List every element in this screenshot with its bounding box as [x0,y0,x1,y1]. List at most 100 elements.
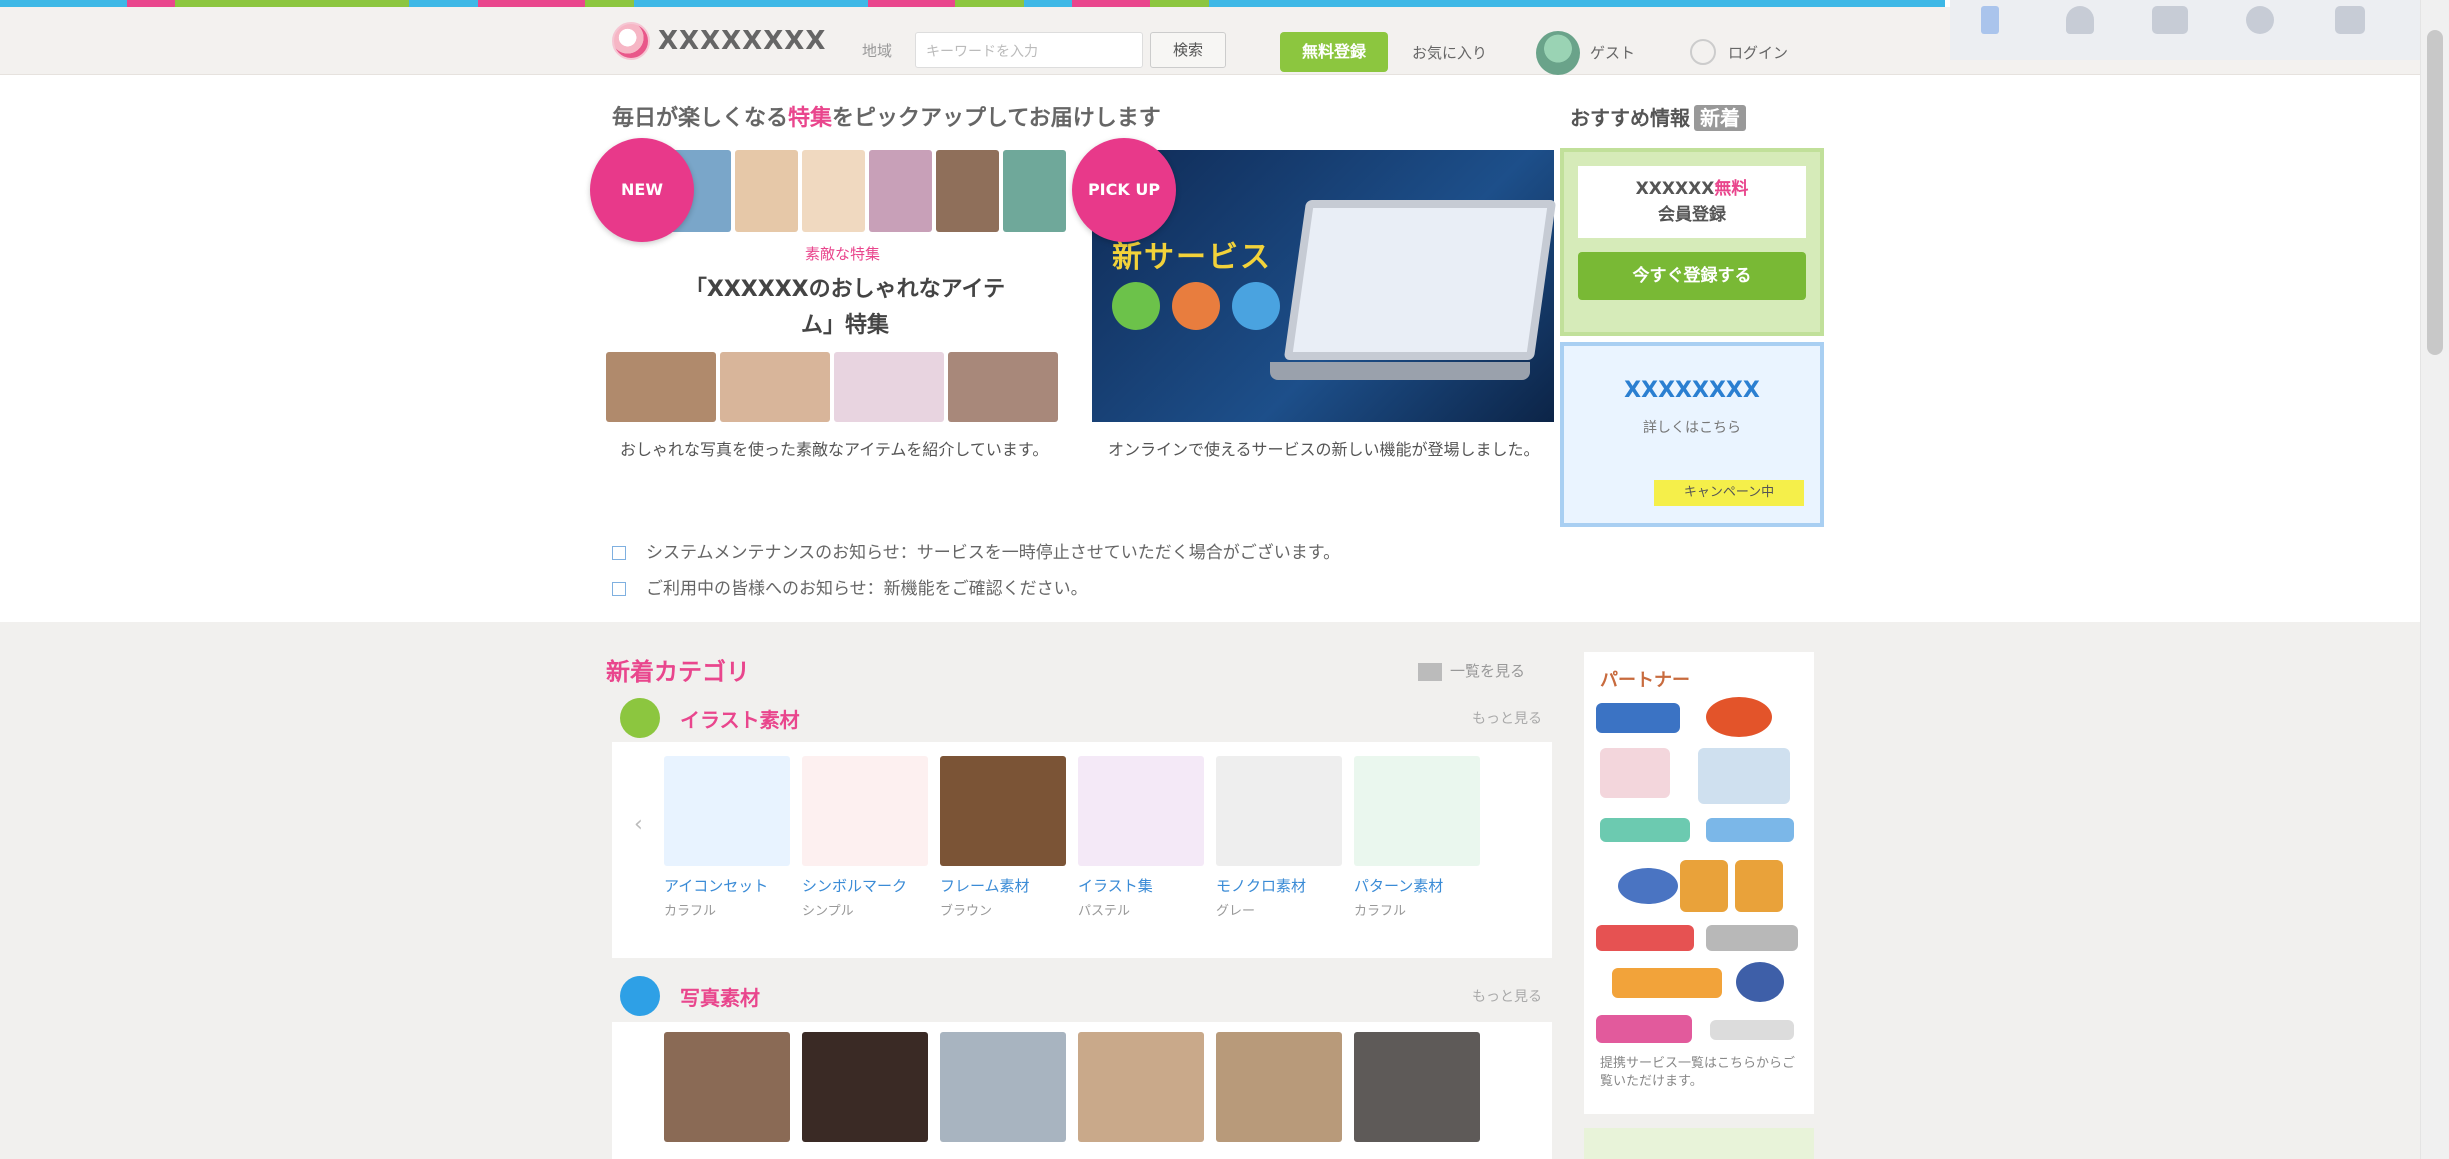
partner-logo[interactable] [1680,860,1728,912]
top-color-strip [0,0,1946,7]
partner-caption: 提携サービス一覧はこちらからご覧いただけます。 [1600,1056,1796,1089]
promo-line2: 会員登録 [1658,205,1726,225]
category-item[interactable] [802,1032,928,1142]
item-title[interactable]: イラスト集 [1078,876,1204,896]
item-thumbnail [940,1032,1066,1142]
user-icon[interactable] [2050,6,2110,56]
item-title[interactable]: アイコンセット [664,876,790,896]
item-thumbnail [664,756,790,866]
scrollbar-thumb[interactable] [2427,30,2443,355]
category-more-link[interactable]: もっと見る [1472,986,1542,1006]
strip-segment [1023,0,1073,7]
promo-register-button[interactable]: 今すぐ登録する [1578,252,1806,300]
category-item[interactable]: シンボルマーク シンプル [802,756,928,919]
history-icon[interactable] [2140,6,2200,56]
card1-new-badge: NEW [590,138,694,242]
item-thumbnail [802,756,928,866]
partner-logo[interactable] [1596,1015,1692,1043]
login-link[interactable]: ログイン [1728,42,1788,63]
item-subtitle: パステル [1078,904,1131,919]
strip-segment [584,0,634,7]
notice-item[interactable]: ご利用中の皆様へのお知らせ：新機能をご確認ください。 [612,574,1088,599]
partner-logo[interactable] [1596,703,1680,733]
card2-circles [1112,282,1280,330]
card2-pickup-badge: PICK UP [1072,138,1176,242]
card1-caption[interactable]: おしゃれな写真を使った素敵なアイテムを紹介しています。 [620,438,1060,462]
partner-logo[interactable] [1612,968,1722,998]
item-thumbnail [1078,1032,1204,1142]
partner-logo[interactable] [1736,962,1784,1002]
category-item[interactable] [1354,1032,1480,1142]
section-more-link[interactable]: 一覧を見る [1418,660,1525,681]
category-item[interactable] [940,1032,1066,1142]
laptop-base-icon [1270,362,1530,380]
strip-segment [175,0,410,7]
region-label[interactable]: 地域 [862,40,892,61]
item-title[interactable]: パターン素材 [1354,876,1480,896]
search-icon[interactable] [2230,6,2290,56]
card1-photo-strip [668,150,1066,232]
prev-arrow-icon[interactable]: ‹ [634,812,643,837]
partner-logo[interactable] [1706,925,1798,951]
partner-logo[interactable] [1698,748,1790,804]
category-item[interactable]: イラスト集 パステル [1078,756,1204,919]
item-title[interactable]: フレーム素材 [940,876,1066,896]
item-title[interactable]: モノクロ素材 [1216,876,1342,896]
category-item[interactable]: アイコンセット カラフル [664,756,790,919]
item-thumbnail [1354,756,1480,866]
register-button[interactable]: 無料登録 [1280,32,1388,72]
item-title[interactable]: シンボルマーク [802,876,928,896]
partner-logo[interactable] [1618,868,1678,904]
avatar[interactable] [1536,31,1580,75]
category-item[interactable]: フレーム素材 ブラウン [940,756,1066,919]
partner-logo[interactable] [1600,748,1670,798]
campaign-label: キャンペーン中 [1654,480,1804,506]
item-thumbnail [802,1032,928,1142]
campaign-banner[interactable]: XXXXXXXX 詳しくはこちら キャンペーン中 [1560,342,1824,527]
category-item[interactable]: モノクロ素材 グレー [1216,756,1342,919]
item-subtitle: グレー [1216,904,1256,919]
category-item[interactable] [664,1032,790,1142]
user-name: ゲスト [1590,44,1636,62]
partner-logo[interactable] [1710,1020,1794,1040]
site-logo[interactable]: XXXXXXXX [612,21,826,61]
partner-logo[interactable] [1596,925,1694,951]
partner-logo[interactable] [1735,860,1783,912]
strip-segment [477,0,585,7]
browser-icon-bar [1950,0,2420,60]
card1-photo-strip-bottom [606,352,1058,422]
category-items-panel [612,1022,1552,1159]
category-items-panel: アイコンセット カラフル シンボルマーク シンプル フレーム素材 ブラウン イラスト集 パステ… [612,742,1552,958]
item-subtitle: カラフル [1354,904,1407,919]
category-item[interactable] [1216,1032,1342,1142]
settings-icon[interactable] [2320,6,2380,56]
register-promo-box: XXXXXX無料 会員登録 今すぐ登録する [1560,148,1824,336]
partner-logo[interactable] [1600,818,1690,842]
category-item[interactable] [1078,1032,1204,1142]
card2-caption[interactable]: オンラインで使えるサービスの新しい機能が登場しました。 [1108,438,1548,462]
category-item[interactable]: パターン素材カラフル [1354,756,1480,919]
card1-headline[interactable]: 「XXXXXXのおしゃれなアイテム」特集 [680,272,1010,344]
item-thumbnail [940,756,1066,866]
search-button[interactable]: 検索 [1150,32,1226,68]
bookmark-icon[interactable] [1960,6,2020,56]
strip-segment [1072,0,1151,7]
category-name[interactable]: イラスト素材 [680,704,800,733]
category-name[interactable]: 写真素材 [680,982,760,1011]
strip-segment [126,0,176,7]
item-thumbnail [1216,1032,1342,1142]
category-more-link[interactable]: もっと見る [1472,708,1542,728]
notice-icon [612,546,626,560]
partner-logo[interactable] [1706,697,1772,737]
search-input[interactable]: キーワードを入力 [915,32,1143,68]
partner-logo[interactable] [1706,818,1794,842]
side-title: おすすめ情報 新着 [1570,102,1746,131]
partner-title: パートナー [1600,670,1690,691]
favorites-link[interactable]: お気に入り [1412,42,1487,63]
logo-mark-icon [612,22,650,60]
strip-segment [955,0,1024,7]
login-icon[interactable] [1690,39,1716,65]
logo-text: XXXXXXXX [658,26,827,56]
strip-segment [1208,0,1946,7]
notice-item[interactable]: システムメンテナンスのお知らせ：サービスを一時停止させていただく場合がございます… [612,538,1340,563]
